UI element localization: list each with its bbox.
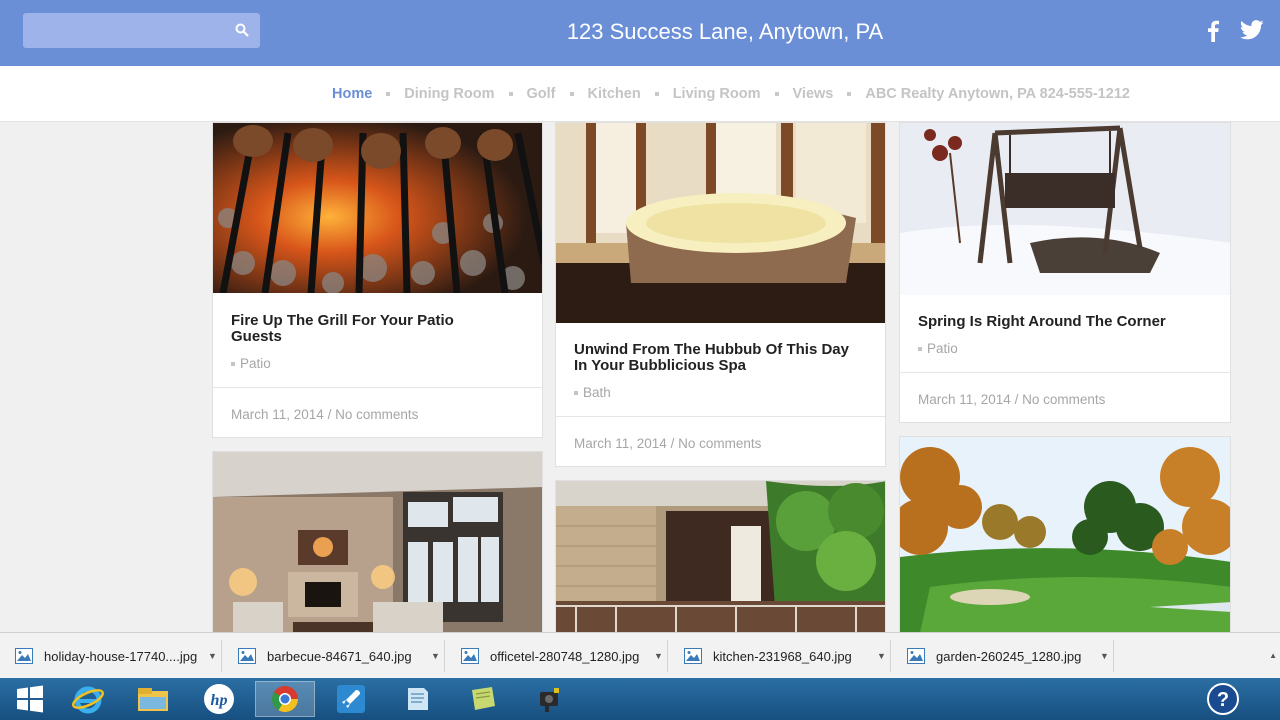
post-title[interactable]: Fire Up The Grill For Your Patio Guests xyxy=(231,313,524,345)
nav-menu: Home Dining Room Golf Kitchen Living Room Vie… xyxy=(332,86,1130,102)
post-category[interactable]: Patio xyxy=(918,341,958,356)
post-card[interactable]: Fire Up The Grill For Your Patio Guests P… xyxy=(212,122,543,438)
post-meta: March 11, 2014 / No comments xyxy=(231,407,419,422)
main-navigation: Home Dining Room Golf Kitchen Living Room Vie… xyxy=(0,66,1280,122)
snowy-swing-photo[interactable] xyxy=(900,123,1230,295)
post-category[interactable]: Patio xyxy=(231,356,271,371)
download-filename[interactable]: barbecue-84671_640.jpg xyxy=(267,649,431,664)
camera-app-icon[interactable] xyxy=(519,681,579,717)
post-card[interactable]: Spring Is Right Around The Corner Patio … xyxy=(899,122,1231,423)
notepad-icon[interactable] xyxy=(387,681,447,717)
download-item[interactable]: holiday-house-17740....jpg ▼ xyxy=(4,640,222,672)
chevron-down-icon[interactable]: ▼ xyxy=(877,651,886,661)
sticky-notes-icon[interactable] xyxy=(453,681,513,717)
card-divider xyxy=(213,387,542,388)
download-item[interactable]: kitchen-231968_640.jpg ▼ xyxy=(673,640,891,672)
site-title[interactable]: 123 Success Lane, Anytown, PA xyxy=(0,19,1280,45)
download-item[interactable]: officetel-280748_1280.jpg ▼ xyxy=(450,640,668,672)
nav-item[interactable]: ABC Realty Anytown, PA 824-555-1212 xyxy=(865,86,1130,102)
internet-explorer-icon[interactable] xyxy=(58,681,118,717)
chevron-down-icon[interactable]: ▼ xyxy=(431,651,440,661)
nav-item[interactable]: Dining Room xyxy=(404,86,494,102)
nav-separator xyxy=(386,92,391,96)
file-explorer-icon[interactable] xyxy=(123,681,183,717)
nav-item[interactable]: Home xyxy=(332,86,372,102)
nav-separator xyxy=(569,92,574,96)
image-file-icon xyxy=(238,648,256,664)
post-meta: March 11, 2014 / No comments xyxy=(574,436,762,451)
living-room-photo[interactable] xyxy=(213,452,542,652)
patio-house-photo[interactable] xyxy=(556,481,885,651)
comments-link[interactable]: No comments xyxy=(678,436,761,451)
svg-text:?: ? xyxy=(1217,689,1229,711)
chevron-down-icon[interactable]: ▲ xyxy=(1269,651,1277,660)
download-filename[interactable]: officetel-280748_1280.jpg xyxy=(490,649,654,664)
post-card[interactable]: Unwind From The Hubbub Of This Day In You… xyxy=(555,122,886,467)
twitter-icon[interactable] xyxy=(1240,20,1264,40)
taskbar: hp ? xyxy=(0,678,1280,720)
post-card[interactable] xyxy=(555,480,886,651)
image-file-icon xyxy=(15,648,33,664)
chevron-down-icon[interactable]: ▼ xyxy=(1100,651,1109,661)
nav-separator xyxy=(847,92,852,96)
nav-item[interactable]: Views xyxy=(793,86,834,102)
comments-link[interactable]: No comments xyxy=(335,407,418,422)
chevron-down-icon[interactable]: ▼ xyxy=(654,651,663,661)
download-item[interactable]: garden-260245_1280.jpg ▼ xyxy=(896,640,1114,672)
post-title[interactable]: Unwind From The Hubbub Of This Day In You… xyxy=(574,342,867,374)
facebook-icon[interactable] xyxy=(1206,20,1220,42)
chevron-down-icon[interactable]: ▼ xyxy=(208,651,217,661)
card-divider xyxy=(556,416,885,417)
site-header: 123 Success Lane, Anytown, PA xyxy=(0,0,1280,66)
post-category[interactable]: Bath xyxy=(574,385,611,400)
nav-separator xyxy=(654,92,659,96)
download-filename[interactable]: kitchen-231968_640.jpg xyxy=(713,649,877,664)
post-title[interactable]: Spring Is Right Around The Corner xyxy=(918,314,1212,330)
image-file-icon xyxy=(461,648,479,664)
rocket-icon[interactable] xyxy=(321,681,381,717)
post-card[interactable] xyxy=(212,451,543,652)
nav-item[interactable]: Golf xyxy=(527,86,556,102)
comments-link[interactable]: No comments xyxy=(1022,392,1105,407)
download-item[interactable]: barbecue-84671_640.jpg ▼ xyxy=(227,640,445,672)
nav-separator xyxy=(774,92,779,96)
card-divider xyxy=(900,372,1230,373)
windows-start-icon[interactable] xyxy=(0,681,60,717)
help-icon[interactable]: ? xyxy=(1195,681,1251,717)
hp-icon[interactable]: hp xyxy=(189,681,249,717)
image-file-icon xyxy=(907,648,925,664)
download-filename[interactable]: garden-260245_1280.jpg xyxy=(936,649,1100,664)
nav-item[interactable]: Living Room xyxy=(673,86,761,102)
nav-separator xyxy=(508,92,513,96)
grill-photo[interactable] xyxy=(213,123,542,293)
golf-course-photo[interactable] xyxy=(900,437,1230,633)
download-filename[interactable]: holiday-house-17740....jpg xyxy=(44,649,208,664)
image-file-icon xyxy=(684,648,702,664)
hot-tub-photo[interactable] xyxy=(556,123,885,323)
post-card[interactable] xyxy=(899,436,1231,633)
chrome-icon[interactable] xyxy=(255,681,315,717)
downloads-bar: holiday-house-17740....jpg ▼ barbecue-8467… xyxy=(0,632,1280,678)
post-meta: March 11, 2014 / No comments xyxy=(918,392,1106,407)
nav-item[interactable]: Kitchen xyxy=(588,86,641,102)
svg-text:hp: hp xyxy=(211,692,228,709)
